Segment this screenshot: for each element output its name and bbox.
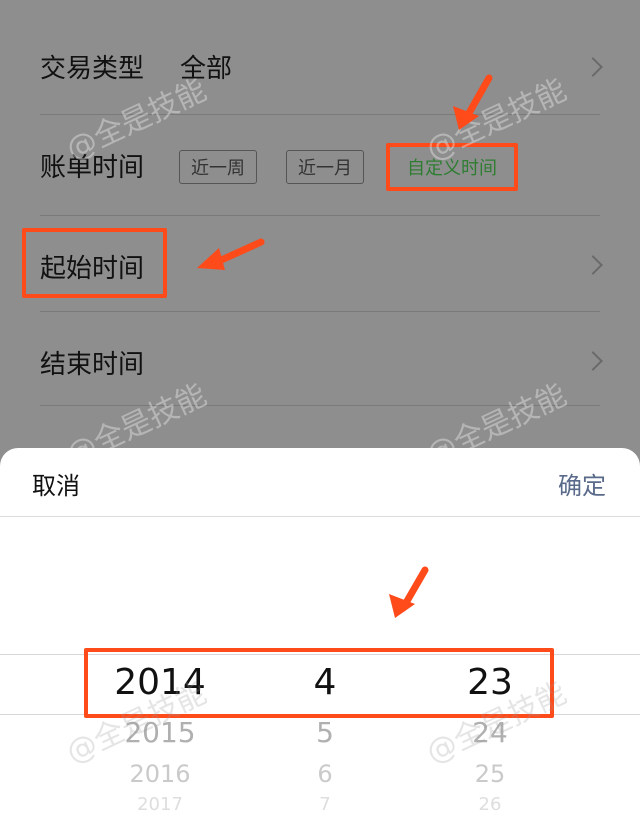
chip-last-week[interactable]: 近一周 [179,150,257,184]
annotation-arrow [197,238,265,270]
highlight-selected-date [84,648,554,718]
highlight-start-time [22,228,167,298]
chip-last-month[interactable]: 近一月 [286,150,364,184]
chevron-right-icon [583,255,603,275]
highlight-custom-period [386,143,518,191]
transaction-type-value: 全部 [180,54,233,84]
bill-period-label: 账单时间 [40,153,145,183]
divider [40,405,600,406]
day-option: 26 [478,794,502,815]
transaction-type-label: 交易类型 [40,54,145,84]
day-wheel[interactable]: 23 24 25 26 [390,448,590,820]
annotation-arrow [389,566,429,618]
end-time-label: 结束时间 [40,350,145,380]
day-option: 25 [474,760,506,788]
chevron-right-icon [583,351,603,371]
annotation-arrow [453,74,493,130]
transaction-type-row[interactable]: 交易类型 全部 [0,0,640,114]
filter-list: 交易类型 全部 账单时间 近一周 近一月 自定义时间 起始时间 结束时间 @全是… [0,0,640,473]
date-picker-sheet: 取消 确定 2014 2015 2016 2017 4 5 6 7 23 24 … [0,448,640,820]
day-option: 24 [472,716,508,749]
chevron-right-icon [583,57,603,77]
end-time-row[interactable]: 结束时间 [0,312,640,406]
